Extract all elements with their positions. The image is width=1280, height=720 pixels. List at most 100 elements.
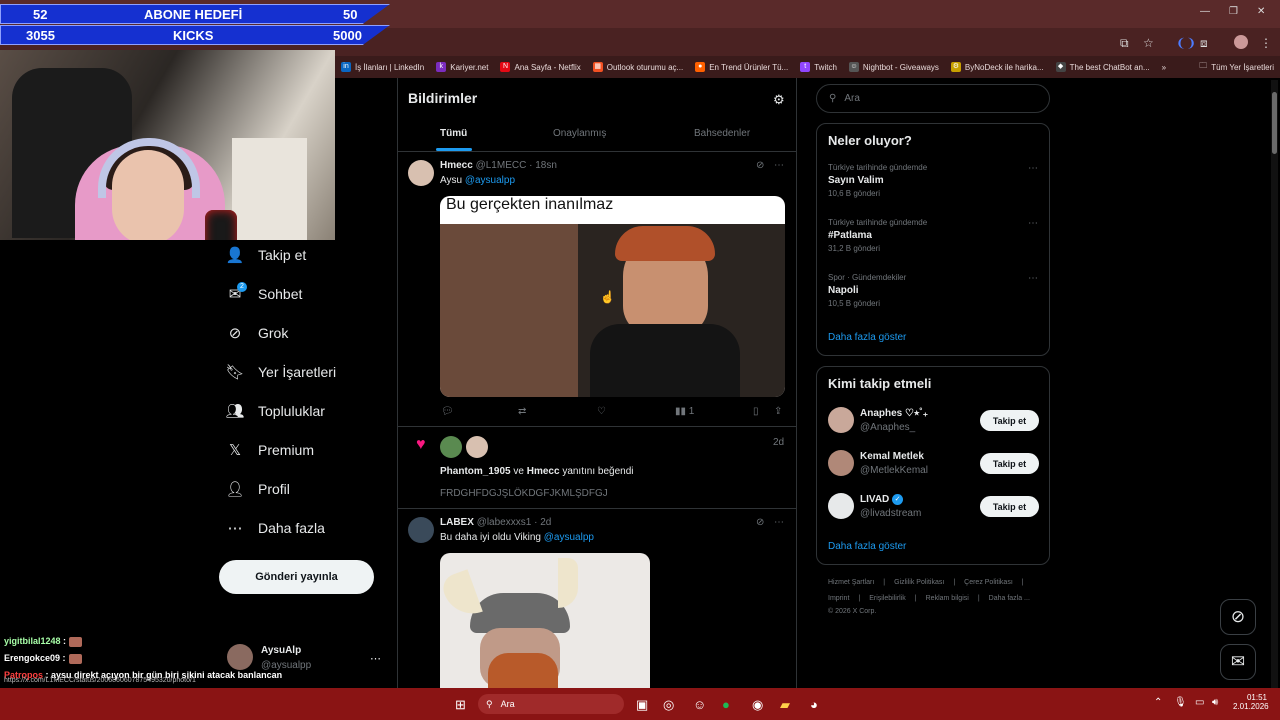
star-icon[interactable]: ☆ [1143,36,1154,50]
bookmark-item[interactable]: in İş İlanları | LinkedIn [335,62,430,72]
post-avatar[interactable] [408,517,434,543]
like-icon[interactable]: ♡ [597,406,606,417]
trend-item[interactable]: Türkiye tarihinde gündemde Sayın Valim 10,… [828,163,1038,198]
post-mention[interactable]: @aysualpp [465,175,515,186]
taskbar-search[interactable]: ⚲ Ara [478,694,624,714]
bookmark-item[interactable]: ⚙ ByNoDeck ile harika... [945,62,1050,72]
bookmark-item[interactable]: ◆ The best ChatBot an... [1050,62,1156,72]
bookmark-item[interactable]: ☺ Nightbot - Giveaways [843,62,945,72]
bookmark-item[interactable]: k Kariyer.net [430,62,494,72]
footer-link[interactable]: Imprint [828,595,849,602]
footer-link[interactable]: Hizmet Şartları [828,579,874,586]
tray-expand-icon[interactable]: ⌃ [1154,697,1162,708]
post-more-icon[interactable]: ⋯ [774,517,784,528]
share-icon[interactable]: ⇪ [774,406,782,417]
close-icon[interactable]: ✕ [1257,6,1265,17]
retweet-icon[interactable]: ⇄ [518,406,526,417]
reply-icon[interactable]: 💬︎ [441,406,454,417]
discord-icon[interactable]: ☺ [693,697,706,712]
trend-item[interactable]: Türkiye tarihinde gündemde #Patlama 31,2 B… [828,218,1038,253]
nav-more[interactable]: ⋯ Daha fazla [226,519,325,537]
post-more-icon[interactable]: ⋯ [774,160,784,171]
steam-icon[interactable]: ◉ [752,697,763,713]
menu-icon[interactable]: ⋮ [1260,36,1272,50]
tab-verified[interactable]: Onaylanmış [553,128,606,139]
chrome-icon[interactable]: ◕ [810,697,818,712]
footer-link[interactable]: Gizlilik Politikası [894,579,944,586]
post-button[interactable]: Gönderi yayınla [219,560,374,594]
nav-communities[interactable]: 👥︎ Topluluklar [225,402,324,420]
account-avatar[interactable] [227,644,253,670]
trend-more-icon[interactable]: ⋯ [1028,163,1038,174]
liker-name[interactable]: Phantom_1905 [440,466,511,477]
liker-avatar[interactable] [440,436,462,458]
bookmarks-more[interactable]: » [1156,63,1172,72]
folder-icon[interactable]: ▰ [780,697,790,713]
spotify-icon[interactable]: ● [722,697,730,712]
tab-mentions[interactable]: Bahsedenler [694,128,750,139]
liker-avatar[interactable] [466,436,488,458]
clock[interactable]: 01:51 2.01.2026 [1233,693,1269,711]
account-more-icon[interactable]: ⋯ [370,652,381,665]
trend-more-icon[interactable]: ⋯ [1028,218,1038,229]
trends-show-more[interactable]: Daha fazla göster [828,332,906,343]
tab-all[interactable]: Tümü [440,128,467,139]
grok-fab[interactable]: ⊘ [1220,599,1256,635]
mic-icon[interactable]: 🎙︎ [1174,697,1187,708]
post-avatar[interactable] [408,160,434,186]
maximize-icon[interactable]: ❐ [1229,6,1238,17]
who-name[interactable]: Anaphes ♡⭑˚₊ [860,408,928,419]
settings-icon[interactable]: ⚙ [773,92,785,108]
account-name[interactable]: AysuAlp [261,645,301,656]
network-icon[interactable]: ▭ [1195,697,1204,708]
nav-bookmarks[interactable]: 🔖︎ Yer İşaretleri [225,363,336,381]
post-author[interactable]: Hmecc [440,160,473,171]
who-item[interactable]: LIVAD ✓ @livadstream Takip et [828,493,1040,523]
who-avatar[interactable] [828,407,854,433]
post-mention[interactable]: @aysualpp [544,532,594,543]
follow-button[interactable]: Takip et [980,453,1039,474]
bookmark-item[interactable]: ● En Trend Ürünler Tü... [689,62,794,72]
extension-icon[interactable]: ❨❩ [1176,36,1196,50]
liker-name[interactable]: Hmecc [527,466,560,477]
post-media[interactable] [440,553,650,688]
footer-link[interactable]: Reklam bilgisi [926,595,969,602]
footer-link[interactable]: Daha fazla ... [989,595,1030,602]
puzzle-icon[interactable]: ⧈ [1200,36,1208,51]
footer-link[interactable]: Çerez Politikası [964,579,1013,586]
bookmark-item[interactable]: ▦ Outlook oturumu aç... [587,62,689,72]
footer-link[interactable]: Erişilebilirlik [869,595,906,602]
liked-text[interactable]: FRDGHFDGJŞLÖKDGFJKMLŞDFGJ [440,488,608,499]
who-item[interactable]: Kemal Metlek @MetlekKemal Takip et [828,450,1040,480]
views-stat[interactable]: ▮▮ 1 [675,406,694,417]
bookmark-item[interactable]: N Ana Sayfa - Netflix [494,62,586,72]
task-view-icon[interactable]: ▣ [636,697,648,713]
volume-icon[interactable]: 🔊︎ [1212,697,1218,708]
bookmarks-all[interactable]: 🗀 Tüm Yer İşaretleri [1193,60,1280,74]
nav-premium[interactable]: 𝕏 Premium [226,441,314,459]
windows-start-icon[interactable]: ⊞ [455,697,466,713]
grok-post-icon[interactable]: ⊘ [756,517,764,528]
who-name[interactable]: LIVAD [860,494,889,505]
cast-icon[interactable]: ⧉ [1120,36,1129,51]
bookmark-item[interactable]: t Twitch [794,62,843,72]
profile-avatar[interactable] [1234,35,1248,49]
scrollbar-thumb[interactable] [1272,92,1277,154]
nav-profile[interactable]: 👤︎ Profil [225,480,289,498]
post-author[interactable]: LABEX [440,517,474,528]
search-input[interactable]: ⚲ Ara [816,84,1050,113]
minimize-icon[interactable]: — [1200,6,1210,17]
trend-more-icon[interactable]: ⋯ [1028,273,1038,284]
instagram-icon[interactable]: ◎ [663,697,674,713]
who-avatar[interactable] [828,450,854,476]
who-name[interactable]: Kemal Metlek [860,451,924,462]
grok-post-icon[interactable]: ⊘ [756,160,764,171]
scrollbar-track[interactable] [1271,80,1278,688]
who-item[interactable]: Anaphes ♡⭑˚₊ @Anaphes_ Takip et [828,407,1040,437]
follow-button[interactable]: Takip et [980,410,1039,431]
nav-grok[interactable]: ⊘ Grok [226,324,289,342]
bookmark-action-icon[interactable]: ▯ [753,406,759,417]
nav-follow[interactable]: 👤 Takip et [226,246,307,264]
trend-item[interactable]: Spor · Gündemdekiler Napoli 10,5 B gönderi… [828,273,1038,308]
who-avatar[interactable] [828,493,854,519]
